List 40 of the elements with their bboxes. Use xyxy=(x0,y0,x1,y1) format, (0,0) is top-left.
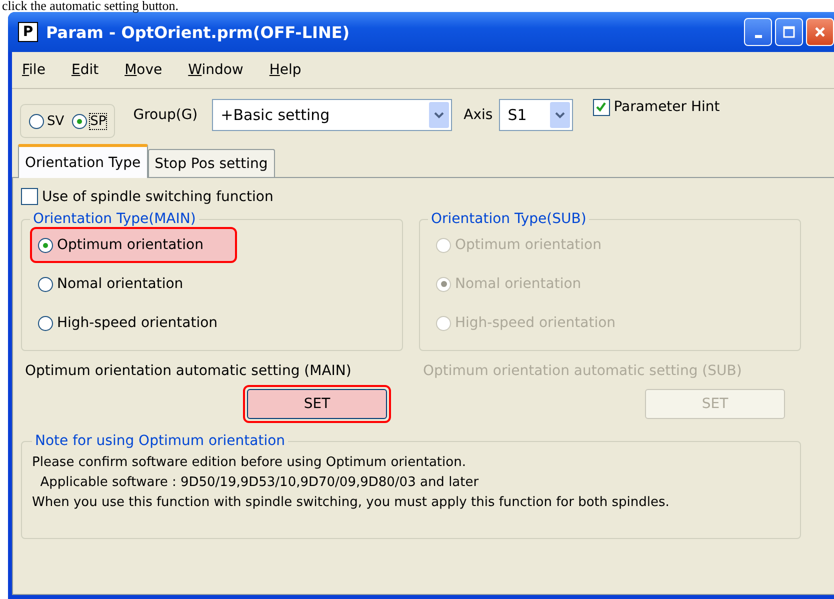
app-icon: P xyxy=(18,22,38,42)
parameter-hint-checkbox[interactable]: Parameter Hint xyxy=(592,98,720,116)
maximize-icon xyxy=(782,25,796,39)
orientation-radio[interactable]: High-speed orientation xyxy=(30,305,252,341)
mode-radio[interactable]: SV xyxy=(29,114,64,128)
tab[interactable]: Orientation Type xyxy=(18,144,148,178)
minimize-icon xyxy=(754,34,762,38)
note-text: Please confirm software edition before using Optimum orientation. xyxy=(32,454,467,472)
menu-item[interactable]: Window xyxy=(188,62,244,78)
group-dropdown[interactable]: +Basic setting xyxy=(212,99,452,131)
automatic-setting-label: Optimum orientation automatic setting (SUB) xyxy=(423,363,743,379)
mode-radio[interactable]: SP xyxy=(72,114,106,128)
orientation-radio[interactable]: Nomal orientation xyxy=(30,266,218,302)
menu-item[interactable]: Edit xyxy=(71,62,99,78)
automatic-setting-label: Optimum orientation automatic setting (MAIN) xyxy=(25,363,352,379)
group-title: Orientation Type(MAIN) xyxy=(32,211,197,227)
maximize-button[interactable] xyxy=(775,18,803,46)
set-button[interactable]: SET xyxy=(247,389,387,419)
menu-item[interactable]: File xyxy=(22,62,46,78)
window-title: Param - OptOrient.prm(OFF-LINE) xyxy=(46,22,351,42)
check-icon xyxy=(595,101,608,113)
close-button[interactable] xyxy=(806,18,834,46)
minimize-button[interactable] xyxy=(744,18,772,46)
caption-text: click the automatic setting button. xyxy=(1,0,180,12)
note-title: Note for using Optimum orientation xyxy=(34,433,286,449)
radio-indicator[interactable] xyxy=(38,238,53,252)
note-text: Applicable software : 9D50/19,9D53/10,9D70/09,9D80/03 and later xyxy=(39,474,480,492)
menu-item[interactable]: Help xyxy=(269,62,302,78)
axis-dropdown[interactable]: S1 xyxy=(498,99,573,131)
spindle-switching-checkbox[interactable]: Use of spindle switching function xyxy=(21,188,834,205)
orientation-radio[interactable]: Optimum orientation xyxy=(30,227,238,263)
axis-label: Axis xyxy=(464,107,493,123)
radio-indicator[interactable] xyxy=(38,276,53,292)
group-label: Group(G) xyxy=(133,107,198,123)
radio-indicator[interactable] xyxy=(38,316,53,330)
menu-item[interactable]: Move xyxy=(124,62,162,78)
tab[interactable]: Stop Pos setting xyxy=(148,149,275,177)
note-text: When you use this function with spindle switching, you must apply this function for both spindles. xyxy=(32,494,670,512)
group-title: Orientation Type(SUB) xyxy=(430,211,588,227)
close-icon xyxy=(813,25,827,39)
